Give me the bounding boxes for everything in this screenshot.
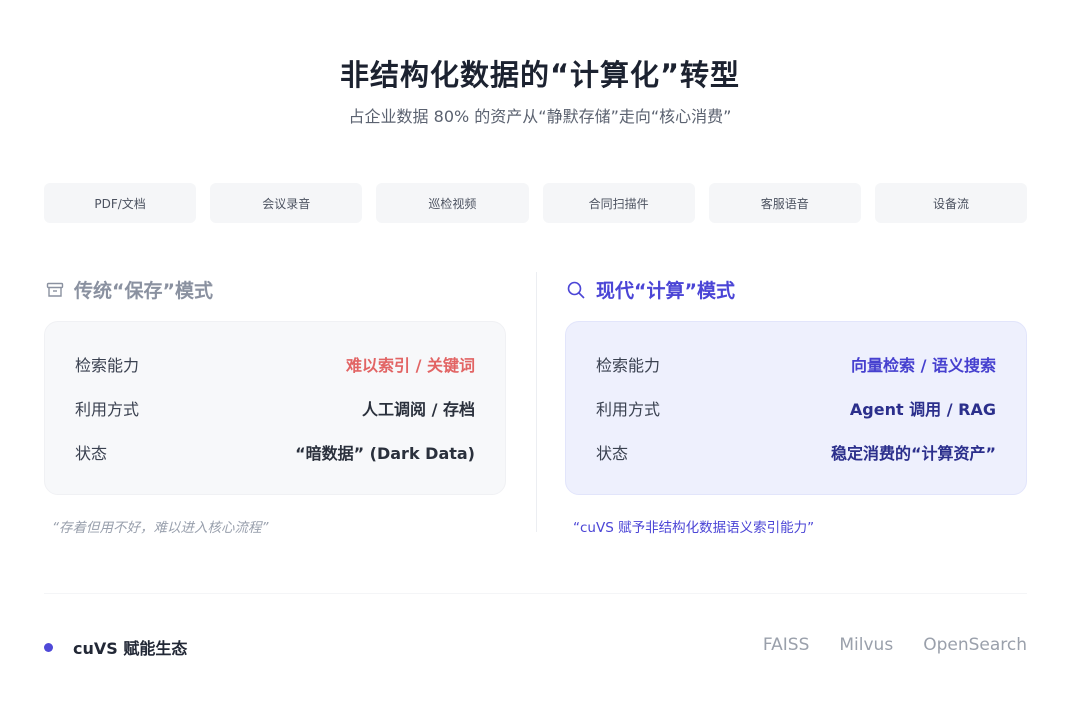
chip-inspection-video: 巡检视频: [376, 183, 529, 223]
modern-heading: 现代“计算”模式: [566, 276, 735, 303]
row-key: 状态: [75, 444, 108, 463]
row-value: 稳定消费的“计算资产”: [830, 444, 996, 463]
chip-service-voice: 客服语音: [708, 183, 861, 223]
row-value: Agent 调用 / RAG: [849, 400, 996, 419]
page-title: 非结构化数据的“计算化”转型: [339, 58, 741, 92]
row-value: 难以索引 / 关键词: [346, 356, 475, 375]
archive-box-icon: [46, 281, 64, 299]
row-value: “暗数据” (Dark Data): [295, 444, 475, 463]
modern-heading-label: 现代“计算”模式: [596, 280, 735, 302]
chip-meeting-audio: 会议录音: [210, 183, 363, 223]
row-key: 状态: [596, 444, 629, 463]
traditional-heading: 传统“保存”模式: [46, 276, 213, 303]
footer-divider: [44, 593, 1027, 594]
ecosystem-label-group: cuVS 赋能生态: [44, 635, 187, 659]
chip-contract-scan: 合同扫描件: [542, 183, 695, 223]
traditional-row-status: 状态 “暗数据” (Dark Data): [75, 430, 475, 474]
traditional-heading-label: 传统“保存”模式: [74, 280, 213, 302]
modern-row-search: 检索能力 向量检索 / 语义搜索: [596, 342, 996, 386]
row-value: 人工调阅 / 存档: [362, 400, 475, 419]
traditional-card: 检索能力 难以索引 / 关键词 利用方式 人工调阅 / 存档 状态 “暗数据” …: [44, 321, 506, 495]
row-key: 利用方式: [75, 400, 140, 419]
column-divider: [536, 272, 537, 532]
row-key: 检索能力: [596, 356, 661, 375]
partner-opensearch: OpenSearch: [923, 635, 1027, 655]
magnifier-icon: [566, 280, 586, 300]
traditional-row-usage: 利用方式 人工调阅 / 存档: [75, 386, 475, 430]
modern-card: 检索能力 向量检索 / 语义搜索 利用方式 Agent 调用 / RAG 状态 …: [565, 321, 1027, 495]
row-key: 利用方式: [596, 400, 661, 419]
traditional-quote: “存着但用不好，难以进入核心流程”: [52, 520, 269, 536]
row-value: 向量检索 / 语义搜索: [851, 356, 996, 375]
page-subtitle: 占企业数据 80% 的资产从“静默存储”走向“核心消费”: [348, 107, 732, 126]
chip-device-stream: 设备流: [874, 183, 1028, 223]
modern-row-usage: 利用方式 Agent 调用 / RAG: [596, 386, 996, 430]
bullet-dot-icon: [44, 642, 53, 652]
modern-row-status: 状态 稳定消费的“计算资产”: [596, 430, 996, 474]
data-source-chips: PDF/文档 会议录音 巡检视频 合同扫描件 客服语音 设备流: [44, 183, 1028, 223]
partner-list: FAISS Milvus OpenSearch: [763, 635, 1027, 655]
modern-quote: “cuVS 赋予非结构化数据语义索引能力”: [573, 520, 815, 536]
traditional-row-search: 检索能力 难以索引 / 关键词: [75, 342, 475, 386]
chip-pdf: PDF/文档: [44, 183, 197, 223]
partner-faiss: FAISS: [762, 635, 810, 655]
row-key: 检索能力: [75, 356, 140, 375]
ecosystem-label: cuVS 赋能生态: [73, 639, 188, 658]
partner-milvus: Milvus: [839, 635, 894, 655]
